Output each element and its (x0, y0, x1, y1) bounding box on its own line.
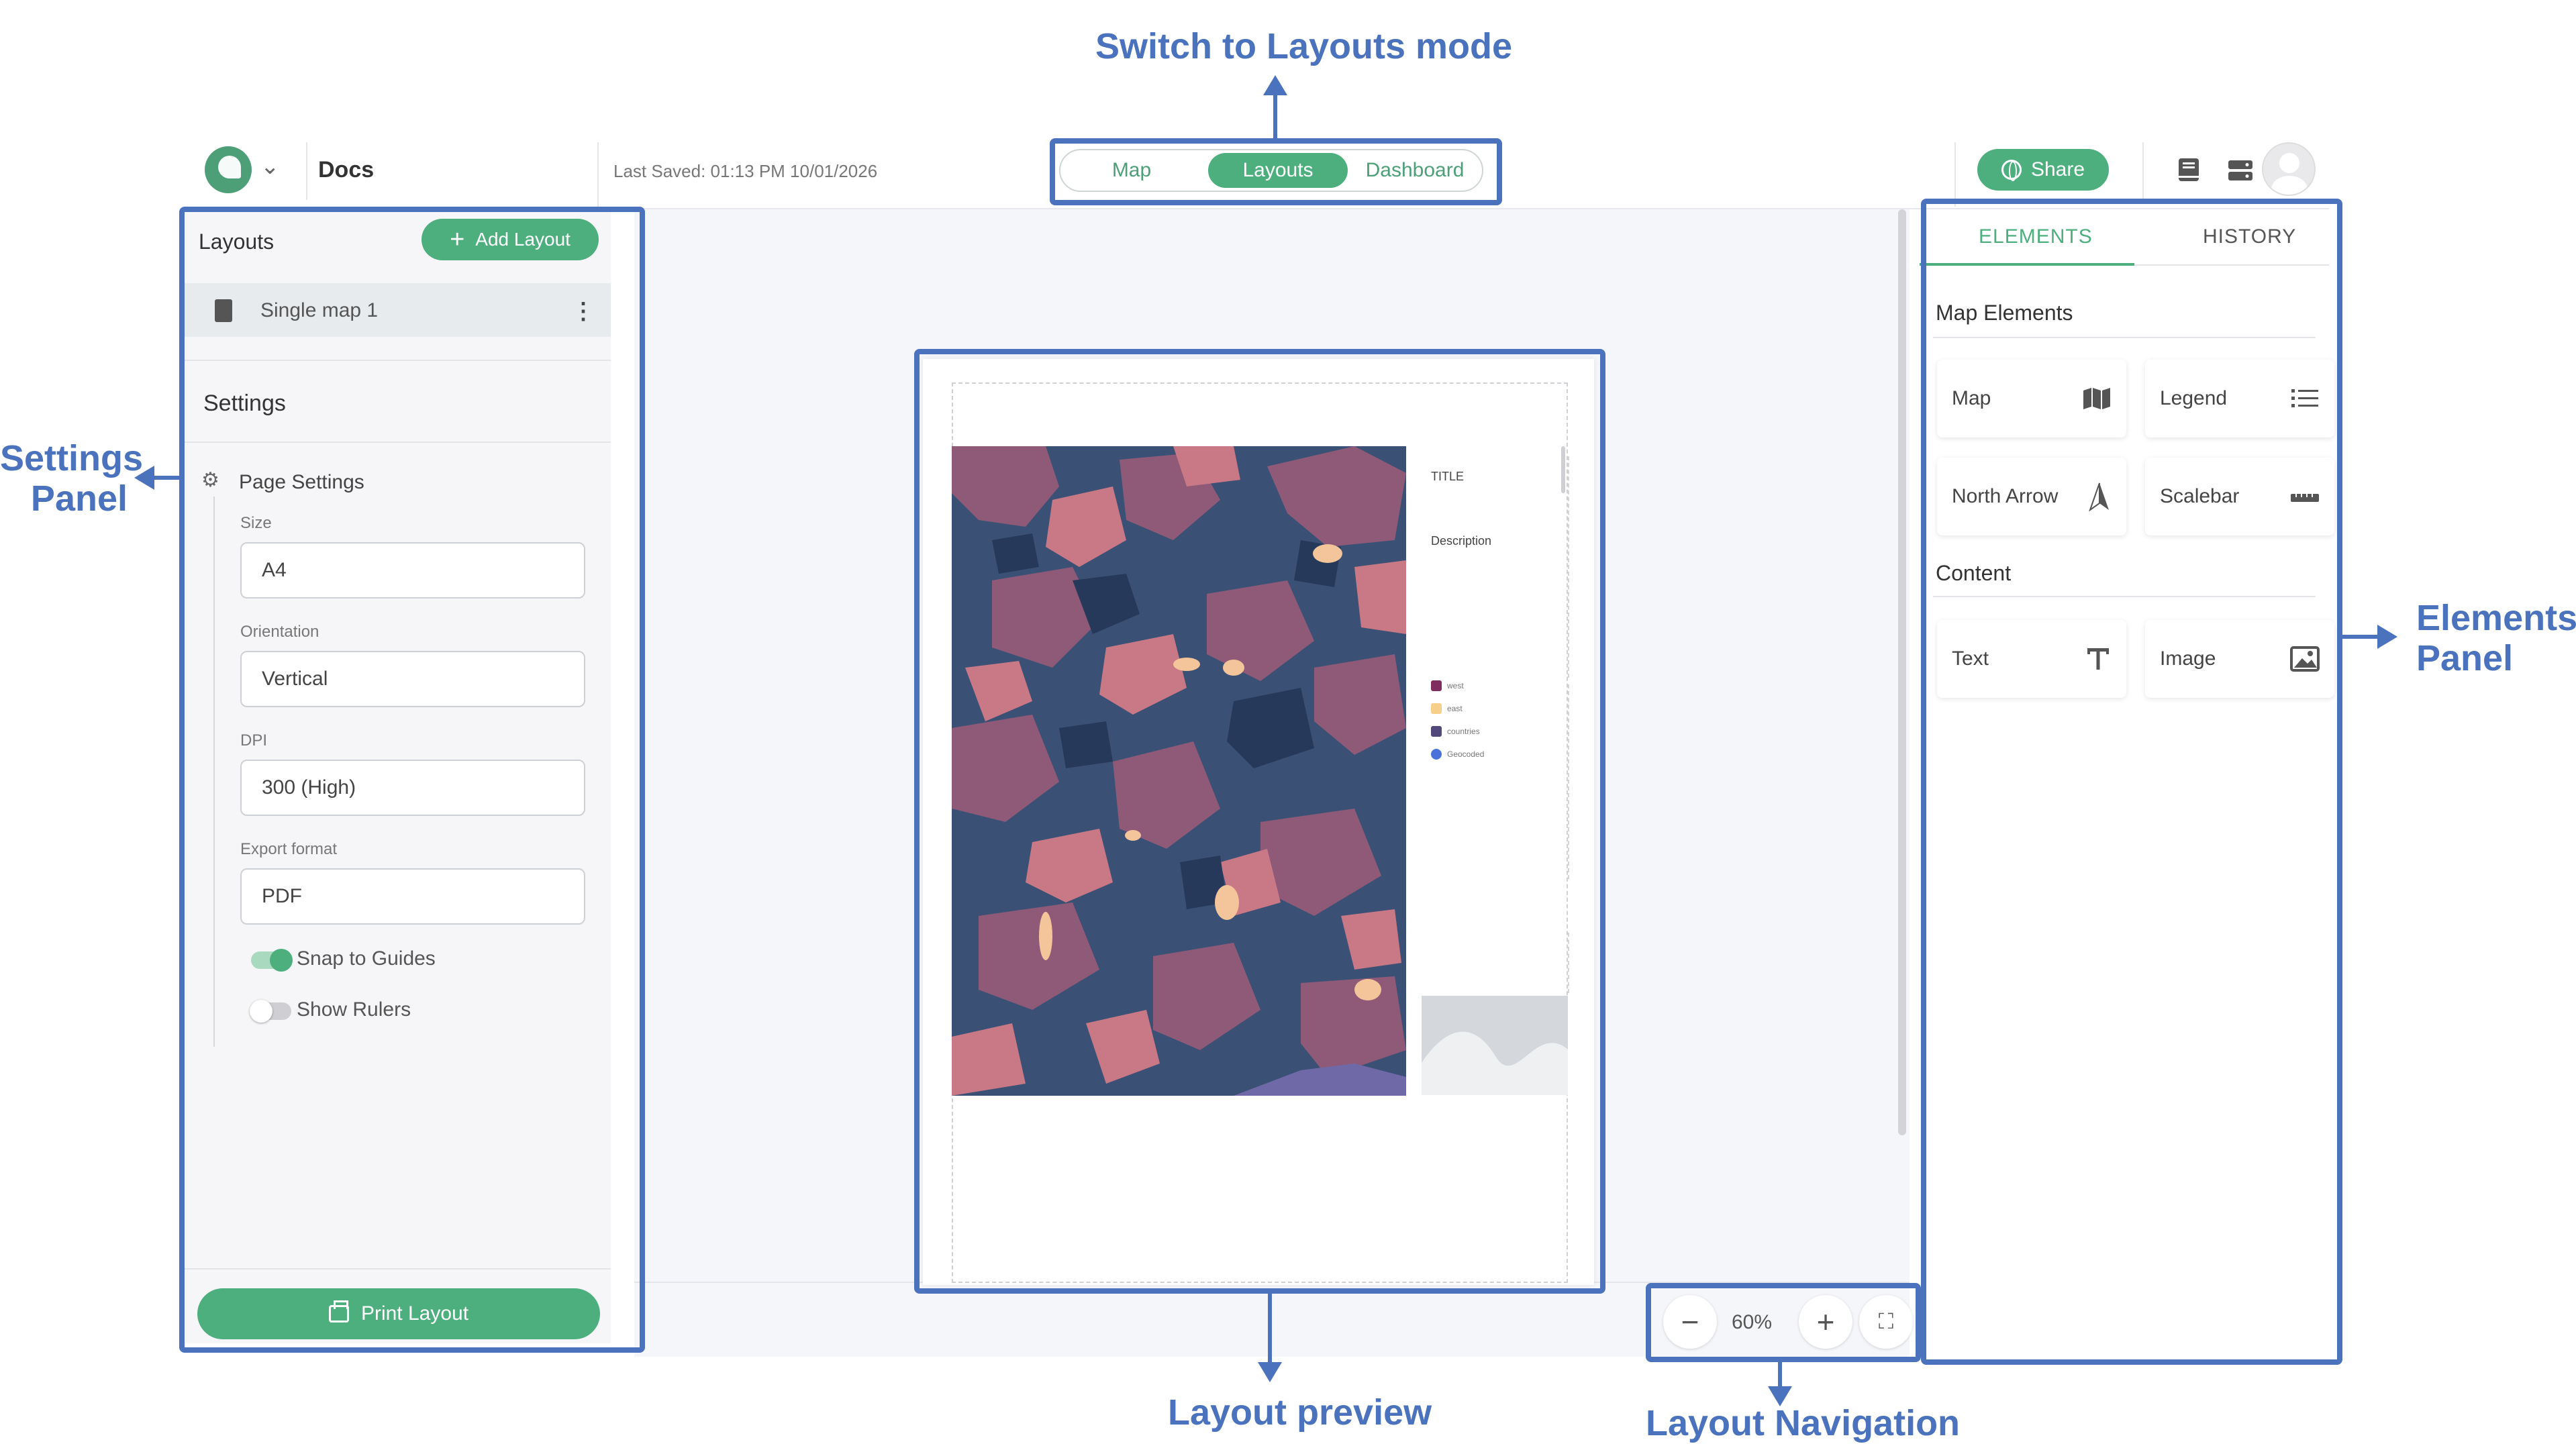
workspace-scrollbar[interactable] (1898, 209, 1906, 1135)
highlight-layout-preview (914, 349, 1605, 1294)
annotation-switch-mode: Switch to Layouts mode (1095, 26, 1513, 66)
divider (597, 142, 599, 207)
arrow-head (1263, 75, 1287, 95)
annotation-elements-line1: Elements (2416, 598, 2576, 638)
annotation-layout-preview: Layout preview (1168, 1392, 1432, 1433)
highlight-elements-panel (1921, 199, 2342, 1365)
highlight-mode-switch (1050, 138, 1502, 205)
highlight-settings-panel (179, 207, 645, 1353)
arrow-line (1268, 1294, 1272, 1363)
arrow-head (1258, 1362, 1282, 1382)
app-title: Docs (318, 157, 375, 183)
book-icon[interactable] (2177, 157, 2201, 184)
app-logo-icon[interactable] (205, 146, 252, 193)
arrow-head (2377, 625, 2397, 649)
annotation-layout-navigation: Layout Navigation (1646, 1403, 1961, 1443)
annotation-elements-line2: Panel (2416, 638, 2514, 678)
share-label: Share (2030, 158, 2085, 180)
annotation-settings-line1: Settings (0, 438, 144, 478)
arrow-line (1273, 94, 1277, 140)
arrow-line (152, 476, 181, 480)
divider (1954, 142, 1956, 207)
arrow-line (2342, 635, 2380, 639)
divider (2142, 142, 2144, 200)
annotation-settings-line2: Panel (30, 478, 128, 519)
server-icon[interactable] (2227, 158, 2254, 183)
user-avatar[interactable] (2262, 142, 2316, 196)
highlight-layout-navigation (1646, 1283, 1921, 1362)
globe-icon (2001, 160, 2022, 181)
last-saved-text: Last Saved: 01:13 PM 10/01/2026 (613, 161, 878, 181)
divider (306, 142, 307, 200)
share-button[interactable]: Share (1977, 149, 2109, 191)
chevron-down-icon[interactable]: ⌄ (260, 153, 280, 180)
